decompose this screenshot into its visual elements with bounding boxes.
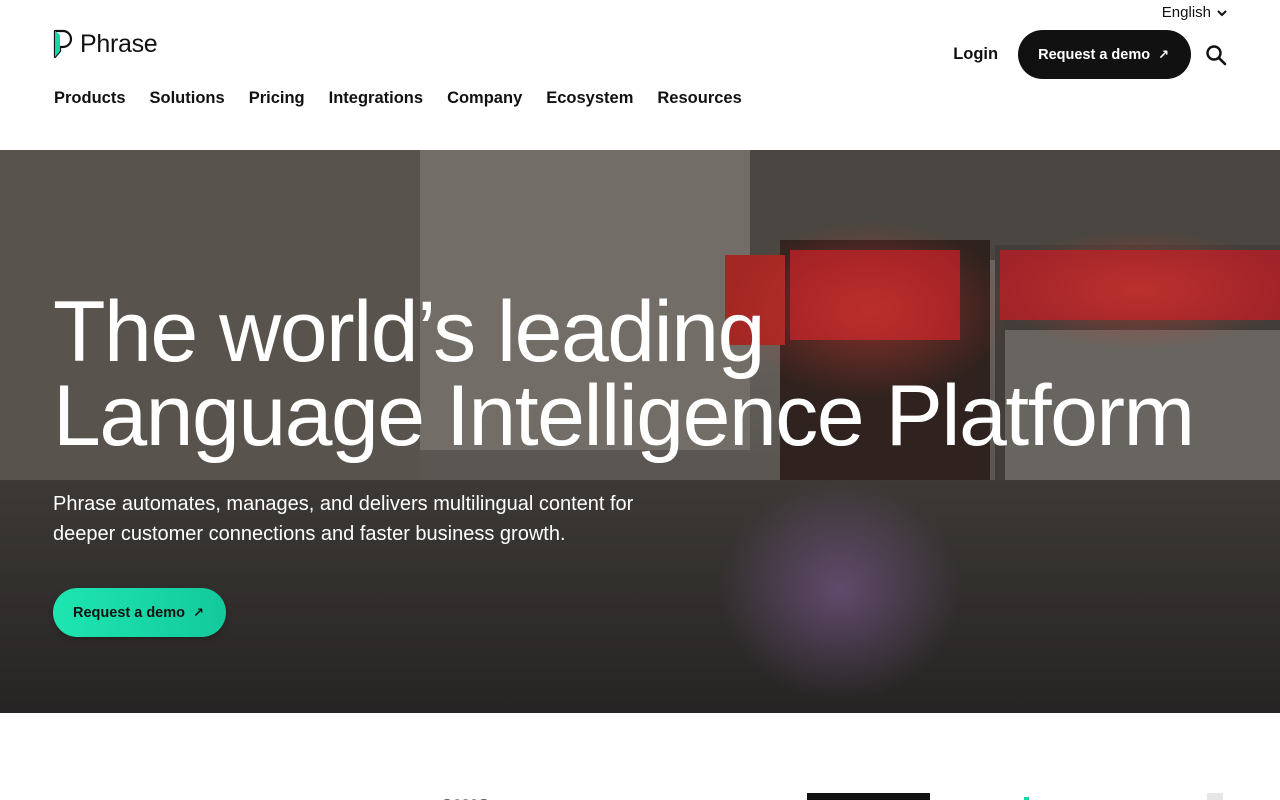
brand-name: Phrase [80,29,158,58]
nav-integrations[interactable]: Integrations [329,89,423,108]
request-demo-button[interactable]: Request a demo ↗ [1018,30,1191,79]
language-label: English [1161,4,1211,21]
external-arrow-icon: ↗ [1158,46,1169,62]
language-selector[interactable]: English [1162,4,1228,21]
hero-title: The world’s leading Language Intelligenc… [53,284,1195,464]
nav-pricing[interactable]: Pricing [249,89,305,108]
main-nav: Products Solutions Pricing Integrations … [54,89,742,108]
hero-request-demo-button[interactable]: Request a demo ↗ [53,588,226,637]
nav-solutions[interactable]: Solutions [150,89,225,108]
header-actions: Login Request a demo ↗ [953,30,1228,79]
phrase-logo-icon [53,29,73,59]
chevron-down-icon [1217,9,1227,16]
customer-logo-grey [1207,793,1223,800]
customer-logo-green-icon [1024,797,1029,800]
request-demo-label: Request a demo [1038,46,1151,63]
hero-title-line-1: The world’s leading [53,284,765,380]
aws-logo: aws [440,789,492,800]
search-icon[interactable] [1204,43,1228,67]
external-arrow-icon: ↗ [193,604,204,620]
nav-company[interactable]: Company [447,89,522,108]
nav-products[interactable]: Products [54,89,126,108]
site-header: English Phrase Products Solutions Pricin… [0,0,1280,150]
customer-logos: aws [0,713,1280,800]
customer-logo-dark [807,793,930,800]
login-link[interactable]: Login [953,45,998,64]
phrase-logo[interactable]: Phrase [53,29,158,59]
hero-subtitle: Phrase automates, manages, and delivers … [53,493,634,545]
hero-request-demo-label: Request a demo [73,604,185,621]
nav-ecosystem[interactable]: Ecosystem [546,89,633,108]
hero-content: The world’s leading Language Intelligenc… [53,284,1195,549]
hero-section: The world’s leading Language Intelligenc… [0,150,1280,713]
nav-resources[interactable]: Resources [657,89,741,108]
hero-title-line-2: Language Intelligence Platform [53,368,1195,464]
